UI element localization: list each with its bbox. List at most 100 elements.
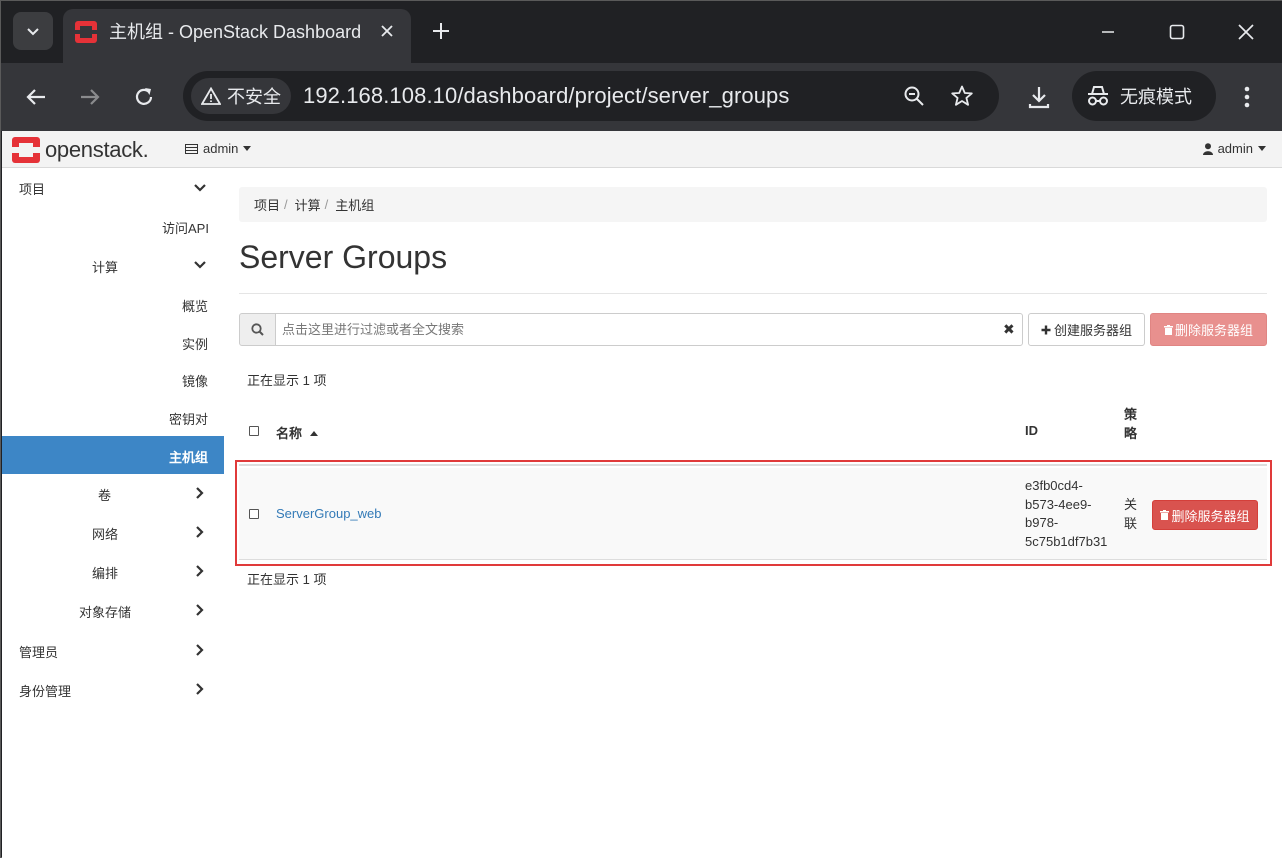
incognito-icon xyxy=(1088,86,1108,106)
warning-icon xyxy=(201,87,221,105)
download-icon xyxy=(1028,87,1050,109)
id-line: 5c75b1df7b31 xyxy=(1025,533,1108,549)
sidebar-item-label: 编排 xyxy=(92,566,119,581)
chevron-right-icon xyxy=(196,487,204,499)
tab-search-button[interactable] xyxy=(13,12,53,50)
delete-button-label: 删除服务器组 xyxy=(1174,323,1253,338)
web-page: openstack. admin admin 项目 访问API 计算 概览 实例… xyxy=(2,131,1282,858)
back-button[interactable] xyxy=(16,77,56,117)
browser-window: 主机组 - OpenStack Dashboard 不安全 192.168.10… xyxy=(0,0,1282,858)
column-header-name[interactable]: 名称 xyxy=(276,423,318,442)
id-line: e3fb0cd4- xyxy=(1025,478,1083,493)
clear-search-icon[interactable]: ✖ xyxy=(1003,321,1015,338)
row-checkbox[interactable] xyxy=(249,509,259,519)
more-vertical-icon xyxy=(1244,86,1250,108)
browser-menu-button[interactable] xyxy=(1227,77,1267,117)
tab-strip: 主机组 - OpenStack Dashboard xyxy=(1,1,1282,63)
zoom-button[interactable] xyxy=(901,83,927,109)
column-header-policy[interactable]: 策 xyxy=(1124,404,1137,423)
minimize-icon xyxy=(1102,31,1114,33)
sidebar-item-admin[interactable]: 管理员 xyxy=(2,631,224,669)
maximize-icon xyxy=(1169,24,1185,40)
caret-down-icon xyxy=(1258,146,1266,151)
chevron-right-icon xyxy=(196,604,204,616)
search-button[interactable] xyxy=(239,313,276,346)
page-title: Server Groups xyxy=(239,239,448,275)
browser-toolbar: 不安全 192.168.108.10/dashboard/project/ser… xyxy=(1,63,1282,131)
sidebar-item-instances[interactable]: 实例 xyxy=(2,323,224,361)
sidebar-item-api-access[interactable]: 访问API xyxy=(2,207,224,245)
divider xyxy=(239,293,1267,294)
server-icon xyxy=(185,143,198,154)
sidebar-item-label: 镜像 xyxy=(182,374,209,389)
maximize-button[interactable] xyxy=(1154,15,1200,49)
reload-button[interactable] xyxy=(124,77,164,117)
new-tab-button[interactable] xyxy=(425,15,457,47)
id-line: b978- xyxy=(1025,515,1059,530)
table-row: ServerGroup_web e3fb0cd4- b573-4ee9- b97… xyxy=(239,468,1267,560)
sidebar-item-images[interactable]: 镜像 xyxy=(2,360,224,398)
window-close-button[interactable] xyxy=(1223,15,1269,49)
caret-down-icon xyxy=(243,146,252,151)
reload-icon xyxy=(135,88,153,105)
sidebar-item-label: 概览 xyxy=(182,299,209,314)
column-header-id[interactable]: ID xyxy=(1025,423,1038,438)
sidebar-item-overview[interactable]: 概览 xyxy=(2,285,224,323)
sidebar-item-orchestration[interactable]: 编排 xyxy=(2,552,224,590)
chevron-right-icon xyxy=(196,644,204,656)
site-security-chip[interactable]: 不安全 xyxy=(191,78,291,114)
security-label: 不安全 xyxy=(227,87,281,107)
delete-server-groups-button[interactable]: 删除服务器组 xyxy=(1150,313,1267,346)
breadcrumb-item[interactable]: 计算 xyxy=(295,195,321,214)
sidebar-item-label: 密钥对 xyxy=(169,412,209,427)
incognito-indicator[interactable]: 无痕模式 xyxy=(1072,71,1216,121)
sidebar-item-volumes[interactable]: 卷 xyxy=(2,474,224,512)
sidebar-item-label: 对象存储 xyxy=(79,605,132,620)
server-group-name-link[interactable]: ServerGroup_web xyxy=(276,506,382,521)
sidebar-item-network[interactable]: 网络 xyxy=(2,513,224,551)
sidebar-item-object-store[interactable]: 对象存储 xyxy=(2,591,224,629)
sidebar-item-server-groups[interactable]: 主机组 xyxy=(2,436,224,474)
chevron-down-icon xyxy=(194,261,206,269)
downloads-button[interactable] xyxy=(1019,77,1059,117)
openstack-navbar: openstack. admin admin xyxy=(2,131,1282,168)
minimize-button[interactable] xyxy=(1085,15,1131,49)
project-dropdown[interactable]: admin xyxy=(185,141,252,156)
bookmark-button[interactable] xyxy=(949,83,975,109)
sidebar-item-label: 身份管理 xyxy=(19,684,72,699)
chevron-down-icon xyxy=(194,184,206,192)
sidebar-item-label: 卷 xyxy=(98,488,112,503)
arrow-left-icon xyxy=(26,89,45,105)
sidebar-item-compute[interactable]: 计算 xyxy=(2,246,224,284)
search-icon xyxy=(251,323,264,336)
star-icon xyxy=(951,85,973,106)
search-input[interactable] xyxy=(275,313,1023,346)
breadcrumb-item[interactable]: 项目 xyxy=(254,195,280,214)
forward-button[interactable] xyxy=(70,77,110,117)
server-group-policy: 关 联 xyxy=(1124,496,1137,533)
openstack-favicon-icon xyxy=(75,21,97,43)
filter-search: ✖ xyxy=(239,313,1023,346)
sidebar-item-label: 项目 xyxy=(19,182,46,197)
url-text[interactable]: 192.168.108.10/dashboard/project/server_… xyxy=(303,83,790,109)
row-delete-button[interactable]: 删除服务器组 xyxy=(1152,500,1258,530)
trash-icon xyxy=(1160,510,1170,520)
user-name: admin xyxy=(1217,141,1253,156)
openstack-logo[interactable]: openstack. xyxy=(12,137,149,163)
browser-tab-active[interactable]: 主机组 - OpenStack Dashboard xyxy=(63,9,411,63)
sidebar-item-identity[interactable]: 身份管理 xyxy=(2,670,224,708)
row-delete-label: 删除服务器组 xyxy=(1171,508,1250,524)
table-header: 名称 ID 策 略 xyxy=(239,396,1267,466)
sidebar-item-project[interactable]: 项目 xyxy=(2,169,224,207)
sidebar-item-key-pairs[interactable]: 密钥对 xyxy=(2,398,224,436)
sort-up-icon xyxy=(309,431,318,436)
select-all-checkbox[interactable] xyxy=(249,426,259,436)
sidebar-item-label: 主机组 xyxy=(169,450,209,465)
create-server-group-button[interactable]: 创建服务器组 xyxy=(1028,313,1145,346)
column-header-policy-line2: 略 xyxy=(1124,426,1138,441)
plus-icon xyxy=(1041,325,1051,334)
address-bar[interactable]: 不安全 192.168.108.10/dashboard/project/ser… xyxy=(183,71,999,121)
tab-close-button[interactable] xyxy=(375,19,399,43)
column-name-label: 名称 xyxy=(276,426,303,441)
user-dropdown[interactable]: admin xyxy=(1202,141,1266,156)
